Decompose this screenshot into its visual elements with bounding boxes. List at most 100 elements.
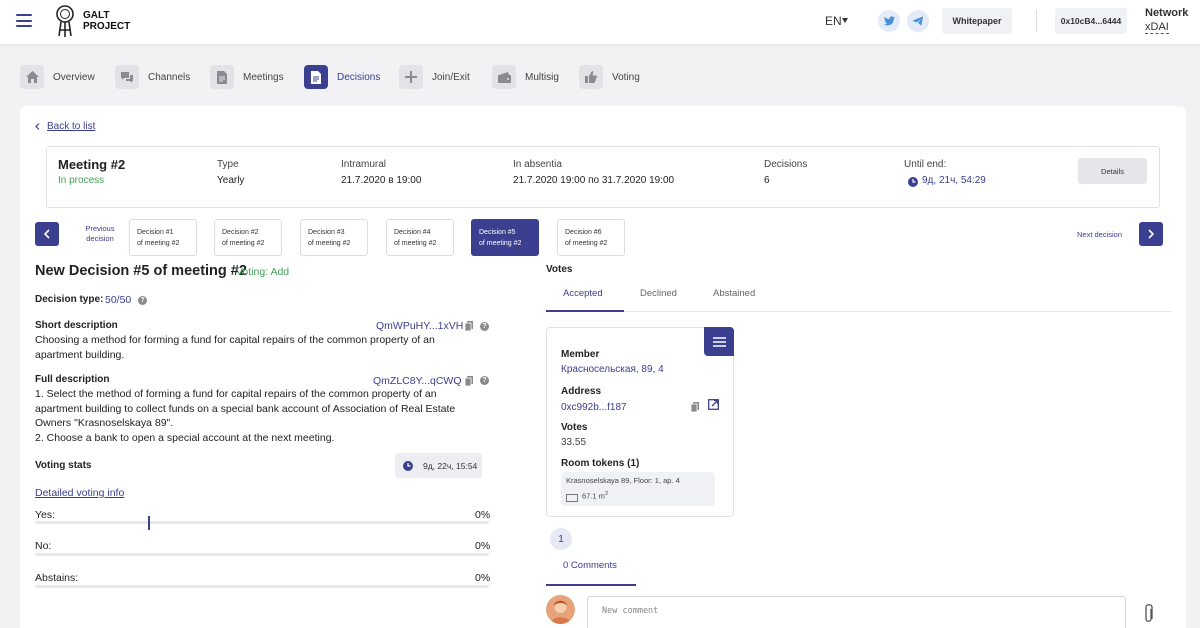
page-number-button[interactable]: 1: [550, 528, 572, 550]
votes-label: Votes: [561, 422, 588, 433]
nav-label: Overview: [53, 71, 95, 83]
telegram-button[interactable]: [907, 10, 929, 32]
tab-line2: of meeting #2: [479, 240, 522, 247]
tab-line2: of meeting #2: [565, 240, 608, 247]
stat-abstains-percent: 0%: [475, 572, 491, 584]
logo-text: GALT PROJECT: [83, 10, 130, 32]
previous-decision-button[interactable]: [35, 222, 59, 246]
text-line: 1. Select the method of forming a fund f…: [35, 388, 437, 400]
tab-declined[interactable]: Declined: [640, 288, 677, 299]
until-end-label: Until end:: [904, 159, 947, 170]
text-line: Owners "Krasnoselskaya 89".: [35, 417, 174, 429]
help-icon[interactable]: ?: [480, 376, 489, 385]
plus-icon: [399, 65, 423, 89]
stat-yes-bar: [35, 521, 489, 524]
meeting-status: In process: [58, 175, 105, 186]
nav-overview[interactable]: Overview: [20, 65, 95, 89]
nav-multisig[interactable]: Multisig: [492, 65, 559, 89]
next-decision-link[interactable]: Next decision: [1077, 230, 1122, 240]
nav-label: Multisig: [525, 71, 559, 83]
avatar: [546, 595, 575, 624]
galt-logo-icon: [56, 5, 74, 37]
logo-line1: GALT: [83, 10, 110, 21]
voting-timer: 9д, 22ч, 15:54: [395, 453, 482, 478]
tab-line1: Decision #3: [308, 229, 345, 236]
tab-line2: of meeting #2: [394, 240, 437, 247]
external-link-icon[interactable]: [708, 399, 719, 410]
twitter-icon: [883, 16, 895, 26]
full-description-hash-link[interactable]: QmZLC8Y...qCWQ: [373, 375, 462, 387]
decision-tab-5[interactable]: Decision #5 of meeting #2: [471, 219, 539, 256]
tab-line2: of meeting #2: [222, 240, 265, 247]
text-line: 2. Choose a bank to open a special accou…: [35, 431, 335, 444]
decision-tab-2[interactable]: Decision #2 of meeting #2: [214, 219, 282, 256]
network-selector[interactable]: xDAI: [1145, 21, 1169, 34]
previous-decision-link[interactable]: Previous decision: [82, 224, 118, 244]
new-comment-input[interactable]: New comment: [587, 596, 1126, 628]
short-description-label: Short description: [35, 320, 118, 331]
help-icon[interactable]: ?: [480, 322, 489, 331]
nav-label: Voting: [612, 71, 640, 83]
back-to-list-link[interactable]: Back to list: [35, 121, 95, 132]
address-label: Address: [561, 386, 602, 397]
chat-icon: [115, 65, 139, 89]
paperclip-icon[interactable]: [1142, 603, 1155, 625]
voter-menu-button[interactable]: [704, 327, 734, 356]
whitepaper-button[interactable]: Whitepaper: [942, 8, 1012, 34]
decision-tab-6[interactable]: Decision #6 of meeting #2: [557, 219, 625, 256]
tab-accepted[interactable]: Accepted: [563, 288, 603, 299]
absentia-value: 21.7.2020 19:00 по 31.7.2020 19:00: [513, 175, 675, 186]
nav-channels[interactable]: Channels: [115, 65, 190, 89]
address-value[interactable]: 0xc992b...f187: [561, 402, 627, 413]
full-description-label: Full description: [35, 374, 110, 385]
tab-line1: Decision #2: [222, 229, 259, 236]
token-area-value: 67.1 m: [582, 491, 605, 501]
text-line: apartment building.: [35, 348, 125, 361]
chevron-left-icon: [35, 123, 40, 130]
decision-tab-1[interactable]: Decision #1 of meeting #2: [129, 219, 197, 256]
active-tab-indicator: [546, 310, 624, 312]
nav-voting[interactable]: Voting: [579, 65, 640, 89]
comments-tab[interactable]: 0 Comments: [563, 560, 617, 571]
twitter-button[interactable]: [878, 10, 900, 32]
tab-abstained[interactable]: Abstained: [713, 288, 755, 299]
nav-label: Meetings: [243, 71, 284, 83]
voting-timer-value: 9д, 22ч, 15:54: [423, 460, 478, 471]
help-icon[interactable]: ?: [138, 296, 147, 305]
language-selector[interactable]: EN: [825, 14, 842, 28]
back-label: Back to list: [47, 121, 96, 132]
network-label: Network: [1145, 7, 1189, 19]
nav-decisions[interactable]: Decisions: [304, 65, 380, 89]
decision-tab-4[interactable]: Decision #4 of meeting #2: [386, 219, 454, 256]
chevron-down-icon[interactable]: [842, 18, 848, 23]
copy-icon[interactable]: [465, 321, 473, 331]
member-label: Member: [561, 349, 600, 360]
stat-no-bar: [35, 553, 489, 556]
type-label: Type: [217, 159, 239, 170]
tab-line1: Decision #1: [137, 229, 174, 236]
nav-label: Decisions: [337, 71, 381, 83]
chevron-right-icon: [1148, 229, 1154, 239]
stat-abstains-bar: [35, 585, 489, 588]
wallet-address-button[interactable]: 0x10cB4...6444: [1055, 8, 1127, 34]
detailed-voting-info-link[interactable]: Detailed voting info: [35, 487, 124, 499]
decision-title: New Decision #5 of meeting #2: [35, 263, 247, 279]
next-decision-button[interactable]: [1139, 222, 1163, 246]
copy-icon[interactable]: [691, 402, 699, 412]
decision-tab-3[interactable]: Decision #3 of meeting #2: [300, 219, 368, 256]
area-icon: [566, 494, 578, 502]
details-button[interactable]: Details: [1078, 158, 1147, 184]
nav-label: Channels: [148, 71, 191, 83]
copy-icon[interactable]: [465, 376, 473, 386]
header-divider: [1036, 10, 1037, 32]
previous-line1: Previous: [85, 224, 115, 233]
nav-join-exit[interactable]: Join/Exit: [399, 65, 470, 89]
member-value[interactable]: Красносельская, 89, 4: [561, 364, 664, 375]
short-description-hash-link[interactable]: QmWPuHY...1xVH: [376, 320, 463, 332]
token-name: Krasnoselskaya 89, Floor: 1, ap. 4: [566, 476, 680, 485]
tab-line1: Decision #5: [479, 229, 516, 236]
decisions-value: 6: [764, 175, 770, 186]
menu-icon: [712, 336, 726, 347]
hamburger-menu-icon[interactable]: [16, 14, 32, 27]
nav-meetings[interactable]: Meetings: [210, 65, 284, 89]
